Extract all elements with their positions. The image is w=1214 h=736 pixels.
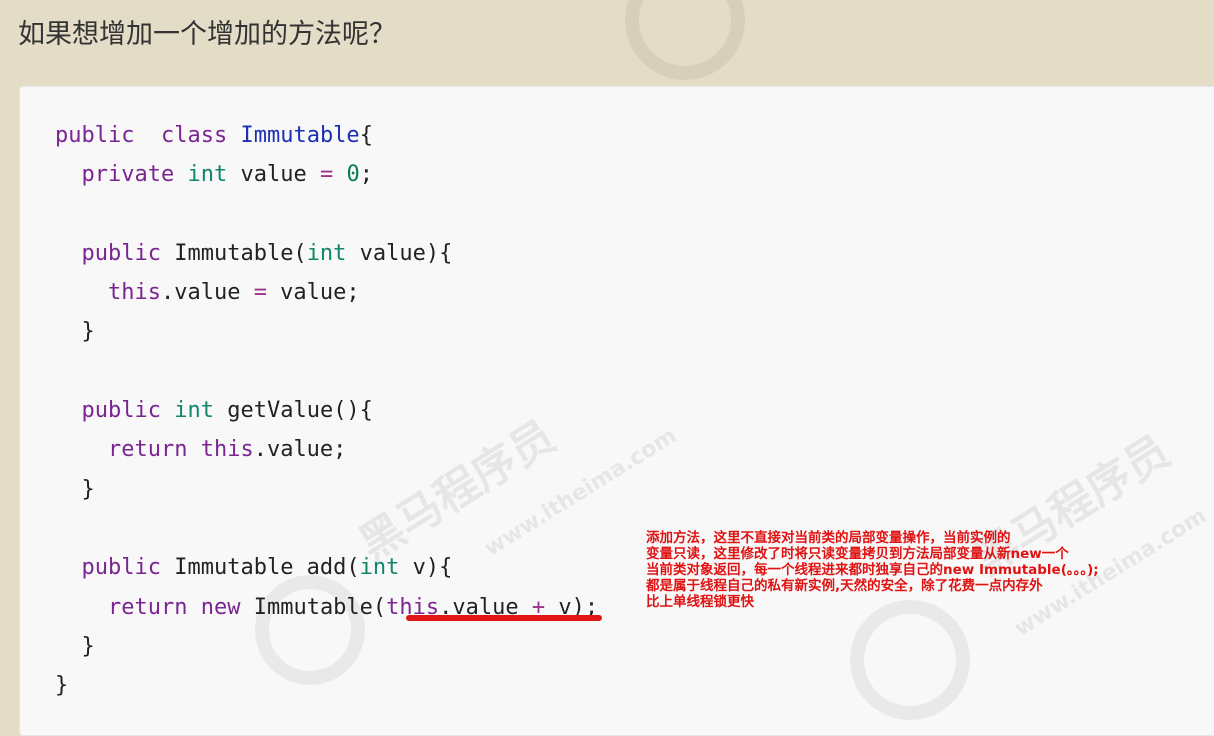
code-token: int (187, 162, 228, 188)
code-token: public (81, 240, 161, 266)
code-token: int (359, 555, 400, 581)
code-token: this (107, 280, 161, 306)
code-token: v){ (399, 555, 453, 581)
annotation-line: 当前类对象返回，每一个线程进来都时独享自己的new Immutable(。。。)… (646, 562, 1099, 578)
code-token: Immutable add( (160, 555, 360, 581)
code-line: } (55, 666, 598, 705)
code-token: 0 (346, 162, 360, 188)
code-line: public int getValue(){ (55, 391, 598, 430)
code-token: = (319, 162, 334, 188)
code-token: public (55, 123, 135, 148)
code-token: return (107, 594, 188, 620)
code-line: public Immutable(int value){ (55, 234, 598, 273)
code-token: class (160, 123, 228, 148)
code-token: Immutable (240, 123, 360, 148)
code-line: } (55, 312, 598, 351)
code-token: = (253, 280, 267, 306)
code-token: public (81, 398, 161, 424)
code-token: new (200, 594, 241, 620)
code-token: .value (160, 280, 254, 306)
code-token: int (174, 398, 214, 424)
code-line: return this.value; (55, 430, 598, 469)
code-line: this.value = value; (55, 273, 598, 312)
annotation-line: 比上单线程锁更快 (646, 594, 754, 610)
code-token: this (200, 437, 254, 463)
code-token: public (81, 555, 161, 581)
code-token: ; (359, 162, 373, 188)
code-token: Immutable( (240, 594, 387, 620)
code-line: } (55, 470, 598, 509)
page-heading: 如果想增加一个增加的方法呢？ (18, 19, 396, 50)
annotation-line: 变量只读，这里修改了时将只读变量拷贝到方法局部变量从新new一个 (646, 546, 1069, 562)
annotation-note: 添加方法，这里不直接对当前类的局部变量操作，当前实例的 变量只读，这里修改了时将只… (646, 530, 1206, 610)
code-token: } (81, 476, 95, 502)
code-token: value; (266, 280, 360, 306)
code-token: return (107, 437, 188, 463)
code-line: public class Immutable{ (55, 116, 598, 155)
code-token: value){ (346, 240, 453, 266)
watermark-logo-ring (625, 0, 745, 80)
watermark-logo-ring (850, 600, 970, 720)
code-token: } (55, 673, 69, 699)
code-token: value (227, 162, 320, 188)
code-token: } (81, 633, 95, 659)
code-token: } (81, 319, 95, 345)
code-token: { (359, 123, 373, 148)
code-token: Immutable( (160, 240, 307, 266)
code-line: public Immutable add(int v){ (55, 548, 598, 587)
red-underline-mark (406, 615, 602, 621)
code-token: private (81, 162, 175, 188)
annotation-line: 都是属于线程自己的私有新实例,天然的安全，除了花费一点内存外 (646, 578, 1043, 594)
code-line: } (55, 627, 598, 666)
code-token: int (306, 240, 347, 266)
code-line: private int value = 0; (55, 155, 598, 194)
code-token: .value; (253, 437, 347, 463)
annotation-line: 添加方法，这里不直接对当前类的局部变量操作，当前实例的 (646, 530, 1011, 546)
code-token: getValue(){ (213, 398, 373, 424)
